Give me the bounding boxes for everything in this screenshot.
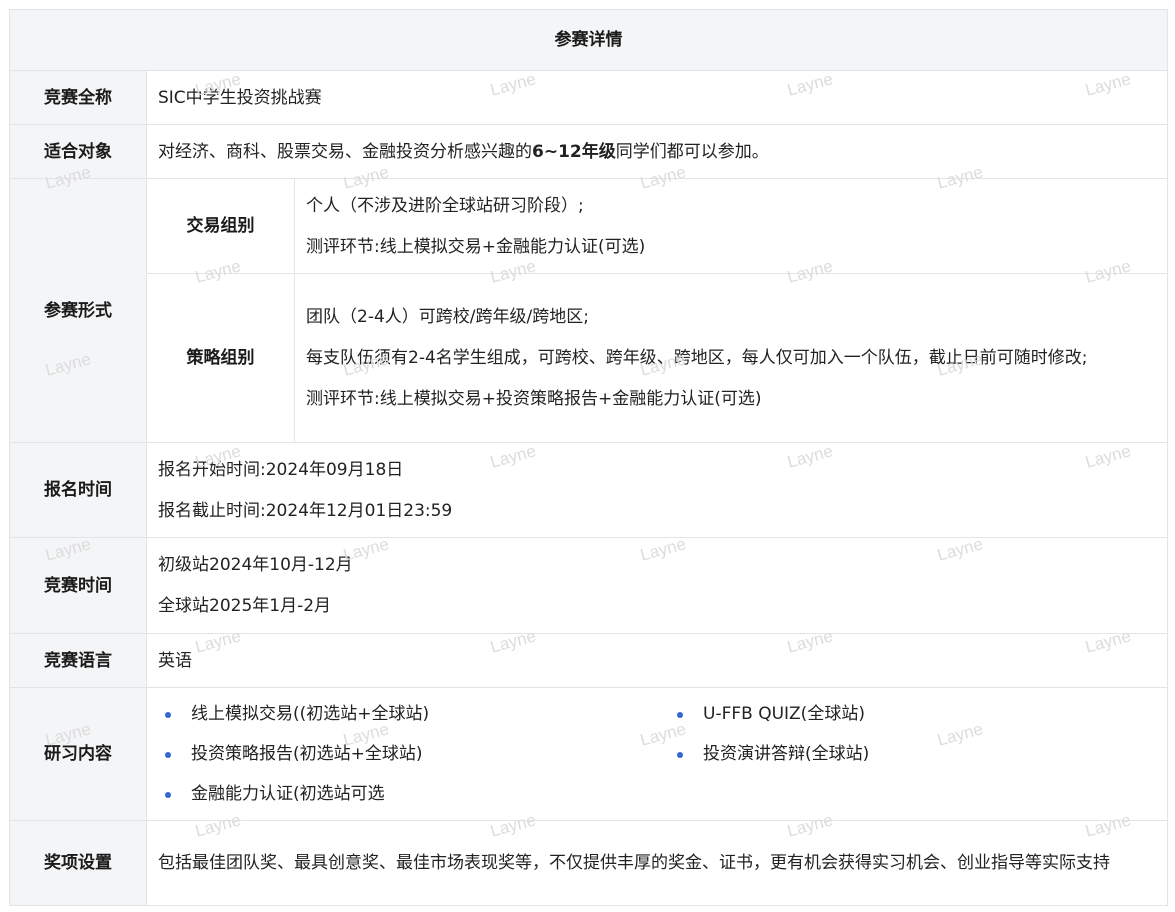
value-content: 线上模拟交易((初选站+全球站) U-FFB QUIZ(全球站) 投资策略报告(… <box>146 687 1168 821</box>
row-format-strategy: 策略组别 团队（2-4人）可跨校/跨年级/跨地区; 每支队伍须有2-4名学生组成… <box>10 273 1168 443</box>
list-item: U-FFB QUIZ(全球站) <box>670 699 1130 729</box>
group-trading: 交易组别 <box>146 178 295 274</box>
audience-text-after: 同学们都可以参加。 <box>615 141 769 162</box>
registration-start: 报名开始时间:2024年09月18日 <box>158 459 404 480</box>
label-content: 研习内容 <box>9 687 147 821</box>
group-strategy: 策略组别 <box>146 273 295 443</box>
label-registration: 报名时间 <box>9 442 147 538</box>
list-item: 线上模拟交易((初选站+全球站) <box>158 699 670 729</box>
label-format: 参赛形式 <box>9 178 147 443</box>
row-registration: 报名时间 报名开始时间:2024年09月18日 报名截止时间:2024年12月0… <box>9 442 1168 538</box>
value-audience: 对经济、商科、股票交易、金融投资分析感兴趣的6~12年级同学们都可以参加。 <box>146 124 1168 179</box>
row-name: 竞赛全称 SIC中学生投资挑战赛 <box>9 70 1168 125</box>
row-schedule: 竞赛时间 初级站2024年10月-12月 全球站2025年1月-2月 <box>9 537 1168 634</box>
row-language: 竞赛语言 英语 <box>9 633 1168 688</box>
group-trading-line: 个人（不涉及进阶全球站研习阶段）; <box>306 195 584 216</box>
value-awards: 包括最佳团队奖、最具创意奖、最佳市场表现奖等，不仅提供丰厚的奖金、证书，更有机会… <box>146 820 1168 906</box>
audience-grade-range: 6~12年级 <box>532 141 616 162</box>
competition-detail-table: 参赛详情 竞赛全称 SIC中学生投资挑战赛 适合对象 对经济、商科、股票交易、金… <box>9 9 1168 906</box>
value-registration: 报名开始时间:2024年09月18日 报名截止时间:2024年12月01日23:… <box>146 442 1168 538</box>
group-trading-details: 个人（不涉及进阶全球站研习阶段）; 测评环节:线上模拟交易+金融能力认证(可选) <box>294 178 1168 274</box>
label-schedule: 竞赛时间 <box>9 537 147 634</box>
schedule-global: 全球站2025年1月-2月 <box>158 596 332 616</box>
list-item: 金融能力认证(初选站可选 <box>158 779 670 809</box>
group-trading-line: 测评环节:线上模拟交易+金融能力认证(可选) <box>306 236 646 257</box>
label-awards: 奖项设置 <box>9 820 147 906</box>
row-awards: 奖项设置 包括最佳团队奖、最具创意奖、最佳市场表现奖等，不仅提供丰厚的奖金、证书… <box>9 820 1168 906</box>
value-language: 英语 <box>146 633 1168 688</box>
schedule-primary: 初级站2024年10月-12月 <box>158 555 353 575</box>
row-content: 研习内容 线上模拟交易((初选站+全球站) U-FFB QUIZ(全球站) 投资… <box>9 687 1168 821</box>
list-item: 投资策略报告(初选站+全球站) <box>158 739 670 769</box>
registration-end: 报名截止时间:2024年12月01日23:59 <box>158 500 453 521</box>
value-schedule: 初级站2024年10月-12月 全球站2025年1月-2月 <box>146 537 1168 634</box>
value-name: SIC中学生投资挑战赛 <box>146 70 1168 125</box>
list-item: 投资演讲答辩(全球站) <box>670 739 1130 769</box>
audience-text-before: 对经济、商科、股票交易、金融投资分析感兴趣的 <box>158 141 532 162</box>
group-strategy-line: 每支队伍须有2-4名学生组成，可跨校、跨年级、跨地区，每人仅可加入一个队伍，截止… <box>306 348 1088 368</box>
table-title: 参赛详情 <box>9 9 1168 71</box>
label-name: 竞赛全称 <box>9 70 147 125</box>
group-strategy-line: 团队（2-4人）可跨校/跨年级/跨地区; <box>306 307 589 327</box>
row-audience: 适合对象 对经济、商科、股票交易、金融投资分析感兴趣的6~12年级同学们都可以参… <box>9 124 1168 179</box>
label-language: 竞赛语言 <box>9 633 147 688</box>
group-strategy-line: 测评环节:线上模拟交易+投资策略报告+金融能力认证(可选) <box>306 389 762 409</box>
label-audience: 适合对象 <box>9 124 147 179</box>
group-strategy-details: 团队（2-4人）可跨校/跨年级/跨地区; 每支队伍须有2-4名学生组成，可跨校、… <box>294 273 1168 443</box>
row-format-trading: 参赛形式 交易组别 个人（不涉及进阶全球站研习阶段）; 测评环节:线上模拟交易+… <box>9 178 1168 443</box>
content-list: 线上模拟交易((初选站+全球站) U-FFB QUIZ(全球站) 投资策略报告(… <box>158 699 1156 809</box>
